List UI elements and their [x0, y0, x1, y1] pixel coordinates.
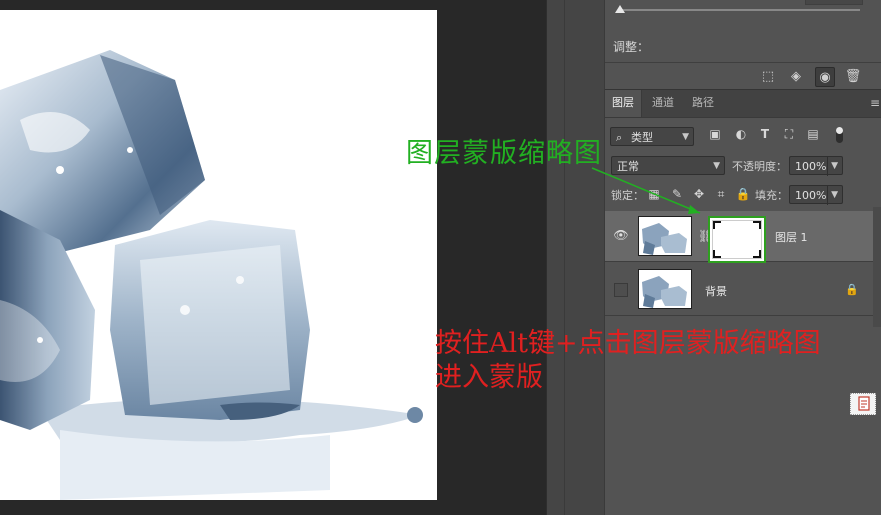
- lock-icon: 🔒: [845, 283, 859, 296]
- visibility-eye-icon[interactable]: ◉: [815, 67, 835, 87]
- shape-layer-filter-icon[interactable]: ⛶: [781, 127, 797, 142]
- slider-value-box[interactable]: [805, 0, 863, 5]
- opacity-value: 100%: [795, 160, 827, 173]
- instruction-annotation: 按住Alt键+点击图层蒙版缩略图 进入蒙版: [435, 327, 821, 395]
- search-icon: ⌕: [616, 131, 623, 144]
- opacity-input[interactable]: 100% ▼: [789, 156, 843, 176]
- properties-toolbar: ⬚ ◈ ◉ 🗑: [605, 62, 881, 89]
- dock-separator: [564, 0, 565, 515]
- mask-corner-marker: [713, 221, 721, 229]
- chevron-down-icon: ▼: [682, 132, 689, 142]
- floating-app-icon[interactable]: [850, 393, 876, 415]
- chevron-down-icon: ▼: [827, 157, 838, 176]
- slider-track[interactable]: [618, 9, 860, 11]
- adjust-label: 调整：: [613, 40, 650, 54]
- filter-kind-select[interactable]: ⌕ 类型 ▼: [610, 127, 694, 146]
- lock-image-pixels-icon[interactable]: ✎: [669, 187, 685, 201]
- pixel-layer-filter-icon[interactable]: ▣: [707, 127, 723, 141]
- layers-panel-tabs: 图层 通道 路径 ≡: [605, 89, 881, 118]
- ice-thumbnail-image: [639, 270, 691, 308]
- blend-mode-select[interactable]: 正常 ▼: [611, 156, 725, 175]
- canvas-document-ice-cubes[interactable]: [0, 10, 437, 500]
- slider-thumb[interactable]: [615, 5, 625, 13]
- toggle-knob: [836, 127, 843, 134]
- right-panel: 调整： ⬚ ◈ ◉ 🗑 图层 通道 路径 ≡ ⌕ 类型 ▼ ▣ ◐ T ⛶ ▤ …: [604, 0, 881, 515]
- fill-label: 填充：: [755, 189, 788, 202]
- layer-name[interactable]: 背景: [705, 283, 727, 299]
- layer-thumbnail[interactable]: [638, 269, 692, 309]
- tab-layers[interactable]: 图层: [605, 90, 642, 117]
- document-icon: [858, 396, 870, 411]
- trash-icon[interactable]: 🗑: [844, 67, 862, 85]
- panel-menu-icon[interactable]: ≡: [870, 96, 880, 110]
- ice-cubes-image: [0, 10, 437, 500]
- filter-kind-label: 类型: [631, 131, 653, 144]
- smart-object-filter-icon[interactable]: ▤: [805, 127, 821, 141]
- opacity-label: 不透明度：: [732, 160, 787, 173]
- layer-mask-thumbnail[interactable]: [708, 216, 766, 263]
- layer-name[interactable]: 图层 1: [775, 229, 808, 245]
- fill-input[interactable]: 100% ▼: [789, 185, 843, 205]
- lock-artboard-icon[interactable]: ⌗: [713, 187, 729, 202]
- type-layer-filter-icon[interactable]: T: [757, 127, 773, 141]
- layer-row-layer-1[interactable]: 👁 ⛓ 图层 1: [605, 211, 873, 263]
- mask-corner-marker: [713, 250, 721, 258]
- layers-list: 👁 ⛓ 图层 1 背景 🔒: [605, 207, 881, 327]
- instruction-line-2: 进入蒙版: [435, 362, 543, 393]
- layers-scrollbar[interactable]: [873, 207, 881, 327]
- lock-transparent-pixels-icon[interactable]: ▦: [646, 187, 662, 201]
- chevron-down-icon: ▼: [827, 186, 838, 205]
- mask-corner-marker: [753, 221, 761, 229]
- layer-row-background[interactable]: 背景 🔒: [605, 265, 873, 316]
- lock-all-icon[interactable]: 🔒: [735, 187, 751, 201]
- chevron-down-icon: ▼: [713, 161, 720, 171]
- mask-thumbnail-annotation: 图层蒙版缩略图: [406, 138, 602, 169]
- layer-thumbnail[interactable]: [638, 216, 692, 256]
- lock-label: 锁定：: [611, 189, 644, 202]
- eye-icon[interactable]: 👁: [613, 228, 629, 242]
- selection-marquee-icon[interactable]: ⬚: [759, 67, 777, 85]
- lock-position-icon[interactable]: ✥: [691, 187, 707, 201]
- adjustment-layer-filter-icon[interactable]: ◐: [733, 127, 749, 141]
- ice-thumbnail-image: [639, 217, 691, 255]
- panel-dock-strip: [546, 0, 605, 515]
- visibility-toggle-off[interactable]: [614, 283, 628, 297]
- clip-to-layer-icon[interactable]: ◈: [787, 67, 805, 85]
- mask-corner-marker: [753, 250, 761, 258]
- instruction-line-1: 按住Alt键+点击图层蒙版缩略图: [435, 328, 821, 359]
- canvas-area[interactable]: [0, 0, 546, 515]
- blend-mode-value: 正常: [617, 160, 639, 173]
- tab-channels[interactable]: 通道: [645, 90, 681, 117]
- filter-toggle[interactable]: [836, 127, 843, 143]
- fill-value: 100%: [795, 189, 827, 202]
- tab-paths[interactable]: 路径: [685, 90, 721, 117]
